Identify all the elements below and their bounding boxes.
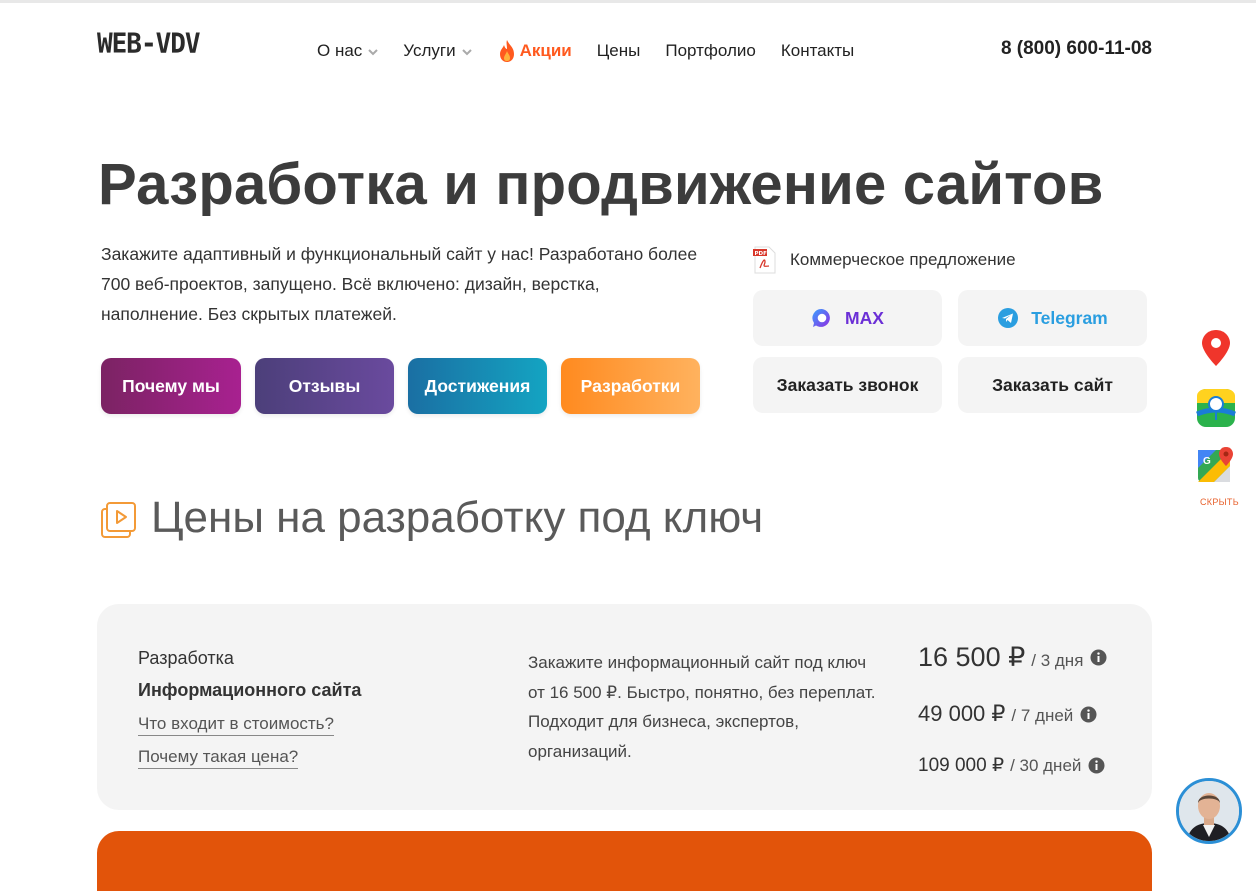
chevron-down-icon: [461, 49, 472, 56]
price-amount: 16 500 ₽: [918, 642, 1026, 672]
info-icon[interactable]: [1080, 706, 1097, 723]
max-icon: [812, 308, 830, 327]
hero-description: Закажите адаптивный и функциональный сай…: [101, 244, 698, 324]
2gis-icon[interactable]: [1196, 388, 1236, 428]
site-logo[interactable]: WEB-VDV: [97, 28, 201, 60]
order-site-button[interactable]: Заказать сайт: [958, 357, 1147, 413]
flame-icon: [499, 40, 514, 62]
main-nav: О нас Услуги Акции Цены Портфолио Контак…: [317, 39, 879, 63]
developments-button[interactable]: Разработки: [561, 358, 700, 414]
price-card-name: Информационного сайта: [138, 680, 362, 700]
request-call-button[interactable]: Заказать звонок: [753, 357, 942, 413]
commercial-offer-link[interactable]: PDF Коммерческое предложение: [753, 246, 1016, 274]
price-card-description: Закажите информационный сайт под ключ от…: [528, 653, 876, 761]
hide-floating-button[interactable]: СКРЫТЬ: [1200, 497, 1239, 507]
telegram-button[interactable]: Telegram: [958, 290, 1147, 346]
nav-item-promotions[interactable]: Акции: [497, 39, 572, 63]
nav-item-label: Контакты: [780, 41, 855, 60]
chevron-down-icon: [368, 49, 379, 56]
telegram-icon: [998, 308, 1019, 328]
price-option: 16 500 ₽ / 3 дня: [918, 642, 1107, 673]
online-indicator: [1125, 290, 1147, 312]
nav-item-portfolio[interactable]: Портфолио: [665, 39, 755, 63]
nav-item-services[interactable]: Услуги: [403, 39, 472, 63]
hero-buttons: Почему мы Отзывы Достижения Разработки: [101, 358, 700, 414]
pdf-icon: PDF: [753, 246, 776, 274]
price-option: 49 000 ₽ / 7 дней: [918, 701, 1097, 727]
google-maps-icon[interactable]: G: [1196, 446, 1236, 486]
nav-item-prices[interactable]: Цены: [597, 39, 641, 63]
telegram-label: Telegram: [1031, 307, 1108, 328]
info-icon[interactable]: [1090, 649, 1107, 666]
achievements-button[interactable]: Достижения: [408, 358, 547, 414]
nav-item-label: О нас: [317, 41, 363, 60]
price-option: 109 000 ₽ / 30 дней: [918, 754, 1105, 777]
max-messenger-button[interactable]: MAX: [753, 290, 942, 346]
max-label: MAX: [845, 307, 884, 328]
online-indicator: [920, 290, 942, 312]
price-period: / 3 дня: [1031, 651, 1084, 670]
svg-text:G: G: [1203, 456, 1211, 467]
person-icon: [1179, 781, 1239, 841]
consultant-avatar[interactable]: [1176, 778, 1242, 844]
nav-item-label: Цены: [596, 41, 641, 60]
section-title: Цены на разработку под ключ: [151, 493, 764, 542]
nav-item-label: Акции: [519, 41, 572, 60]
nav-item-label: Портфолио: [665, 41, 756, 60]
price-period: / 7 дней: [1011, 706, 1074, 725]
page-title: Разработка и продвижение сайтов: [98, 152, 1104, 217]
price-period: / 30 дней: [1010, 756, 1082, 775]
next-price-card: [97, 831, 1152, 891]
info-icon[interactable]: [1088, 757, 1105, 774]
price-card: Разработка Информационного сайта Что вхо…: [97, 604, 1152, 810]
nav-item-about[interactable]: О нас: [317, 39, 379, 63]
nav-item-contacts[interactable]: Контакты: [781, 39, 854, 63]
map-pin-icon[interactable]: [1196, 328, 1236, 368]
commercial-offer-label: Коммерческое предложение: [790, 250, 1016, 269]
price-amount: 109 000 ₽: [918, 755, 1005, 776]
why-us-button[interactable]: Почему мы: [101, 358, 241, 414]
whats-included-link[interactable]: Что входит в стоимость?: [138, 714, 334, 736]
reviews-button[interactable]: Отзывы: [255, 358, 394, 414]
price-amount: 49 000 ₽: [918, 701, 1006, 726]
price-card-category: Разработка: [138, 648, 234, 668]
nav-item-label: Услуги: [403, 41, 456, 60]
video-play-icon: [101, 502, 136, 538]
phone-link[interactable]: 8 (800) 600-11-08: [1001, 38, 1152, 60]
svg-text:PDF: PDF: [755, 251, 768, 257]
why-this-price-link[interactable]: Почему такая цена?: [138, 747, 299, 769]
